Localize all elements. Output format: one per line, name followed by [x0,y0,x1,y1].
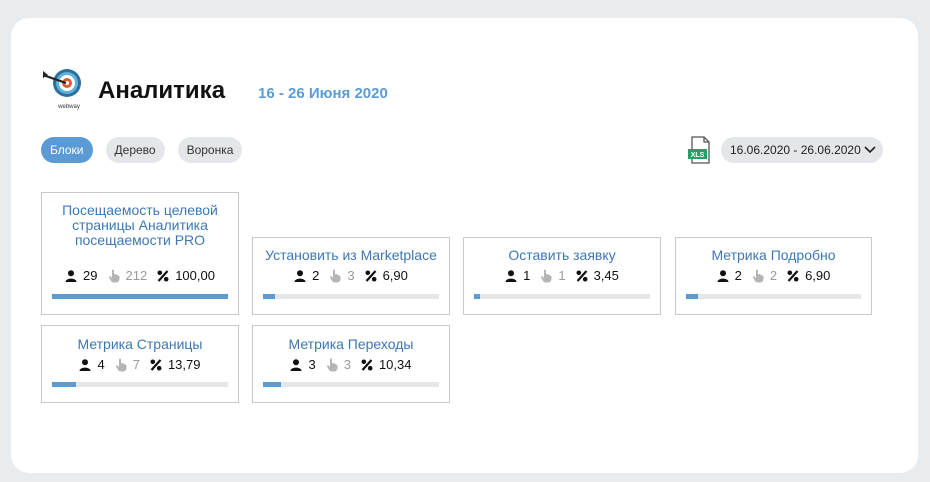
target-icon: webway [42,69,81,110]
analytics-block[interactable]: Установить из Marketplace 2 3 6,90 [252,237,450,315]
svg-text:XLS: XLS [691,152,705,159]
percent-stat: 6,90 [365,268,408,283]
clicks-stat: 1 [540,268,566,283]
block-stats: 3 3 10,34 [253,357,449,372]
progress-fill [52,294,228,299]
block-title[interactable]: Оставить заявку [468,248,656,263]
user-icon [290,358,302,371]
pointer-click-icon [115,358,127,371]
user-icon [65,269,77,282]
users-stat: 2 [294,268,319,283]
clicks-stat: 2 [752,268,777,283]
clicks-count: 3 [347,268,355,283]
progress-bar [52,382,228,387]
progress-bar [263,294,439,299]
pointer-click-icon [541,269,552,282]
progress-fill [263,294,275,299]
clicks-count: 2 [769,268,778,283]
progress-bar [52,294,228,299]
percent-icon [361,358,373,371]
percent-icon [576,269,588,282]
block-stats: 2 3 6,90 [253,268,449,283]
progress-fill [686,294,698,299]
tab-funnel[interactable]: Воронка [177,137,243,163]
users-count: 3 [308,357,316,372]
clicks-count: 3 [343,357,351,372]
pointer-click-icon [330,269,341,282]
chevron-down-icon [864,146,876,154]
tab-tree[interactable]: Дерево [105,137,165,163]
analytics-block[interactable]: Метрика Подробно 2 2 6,90 [675,237,872,315]
xls-export-button[interactable]: XLS [688,136,712,164]
clicks-stat: 3 [329,268,355,283]
tab-blocks[interactable]: Блоки [41,137,93,163]
users-count: 2 [734,268,742,283]
block-stats: 2 2 6,90 [676,268,871,283]
analytics-block[interactable]: Посещаемость целевой страницы Аналитика … [41,192,239,315]
block-stats: 1 1 3,45 [464,268,660,283]
date-range-value: 16.06.2020 - 26.06.2020 [730,143,861,157]
view-tabs: Блоки Дерево Воронка [41,137,243,163]
percent-stat: 6,90 [787,268,830,283]
percent-value: 100,00 [175,268,215,283]
date-range-select[interactable]: 16.06.2020 - 26.06.2020 [721,137,883,163]
xls-file-icon: XLS [688,136,710,164]
clicks-stat: 3 [326,357,351,372]
percent-value: 6,90 [382,268,408,283]
pointer-click-icon [108,269,119,282]
clicks-stat: 7 [115,357,140,372]
percent-value: 13,79 [167,357,201,372]
progress-bar [474,294,650,299]
percent-icon [787,269,799,282]
users-stat: 2 [717,268,742,283]
percent-icon [150,358,162,371]
percent-stat: 100,00 [157,268,215,283]
webway-logo: webway [41,67,85,111]
progress-fill [474,294,480,299]
user-icon [505,269,517,282]
analytics-block[interactable]: Оставить заявку 1 1 3,45 [463,237,661,315]
percent-value: 10,34 [378,357,412,372]
users-stat: 3 [290,357,316,372]
percent-value: 6,90 [805,268,831,283]
percent-stat: 10,34 [361,357,412,372]
analytics-block[interactable]: Метрика Переходы 3 3 10,34 [252,325,450,403]
pointer-click-icon [752,269,764,282]
clicks-count: 212 [125,268,148,283]
pointer-click-icon [326,358,338,371]
users-count: 2 [312,268,320,283]
progress-fill [263,382,281,387]
analytics-block[interactable]: Метрика Страницы 4 7 13,79 [41,325,239,403]
user-icon [717,269,729,282]
users-count: 29 [83,268,98,283]
progress-bar [686,294,861,299]
percent-stat: 3,45 [576,268,619,283]
percent-value: 3,45 [593,268,619,283]
users-count: 4 [97,357,105,372]
progress-bar [263,382,439,387]
period-label: 16 - 26 Июня 2020 [258,85,388,102]
clicks-stat: 212 [108,268,148,283]
users-stat: 4 [79,357,105,372]
block-title[interactable]: Метрика Подробно [680,248,867,263]
percent-icon [157,269,169,282]
users-count: 1 [523,268,531,283]
clicks-count: 7 [132,357,140,372]
svg-text:webway: webway [57,104,80,110]
block-stats: 4 7 13,79 [42,357,238,372]
percent-stat: 13,79 [150,357,201,372]
progress-fill [52,382,76,387]
clicks-count: 1 [558,268,566,283]
percent-icon [365,269,377,282]
block-title[interactable]: Посещаемость целевой страницы Аналитика … [46,203,234,248]
users-stat: 1 [505,268,530,283]
block-title[interactable]: Установить из Marketplace [257,248,445,263]
block-stats: 29 212 100,00 [42,268,238,283]
users-stat: 29 [65,268,98,283]
page-title: Аналитика [98,77,226,104]
block-title[interactable]: Метрика Переходы [257,337,445,352]
user-icon [294,269,306,282]
user-icon [79,358,91,371]
block-title[interactable]: Метрика Страницы [46,337,234,352]
